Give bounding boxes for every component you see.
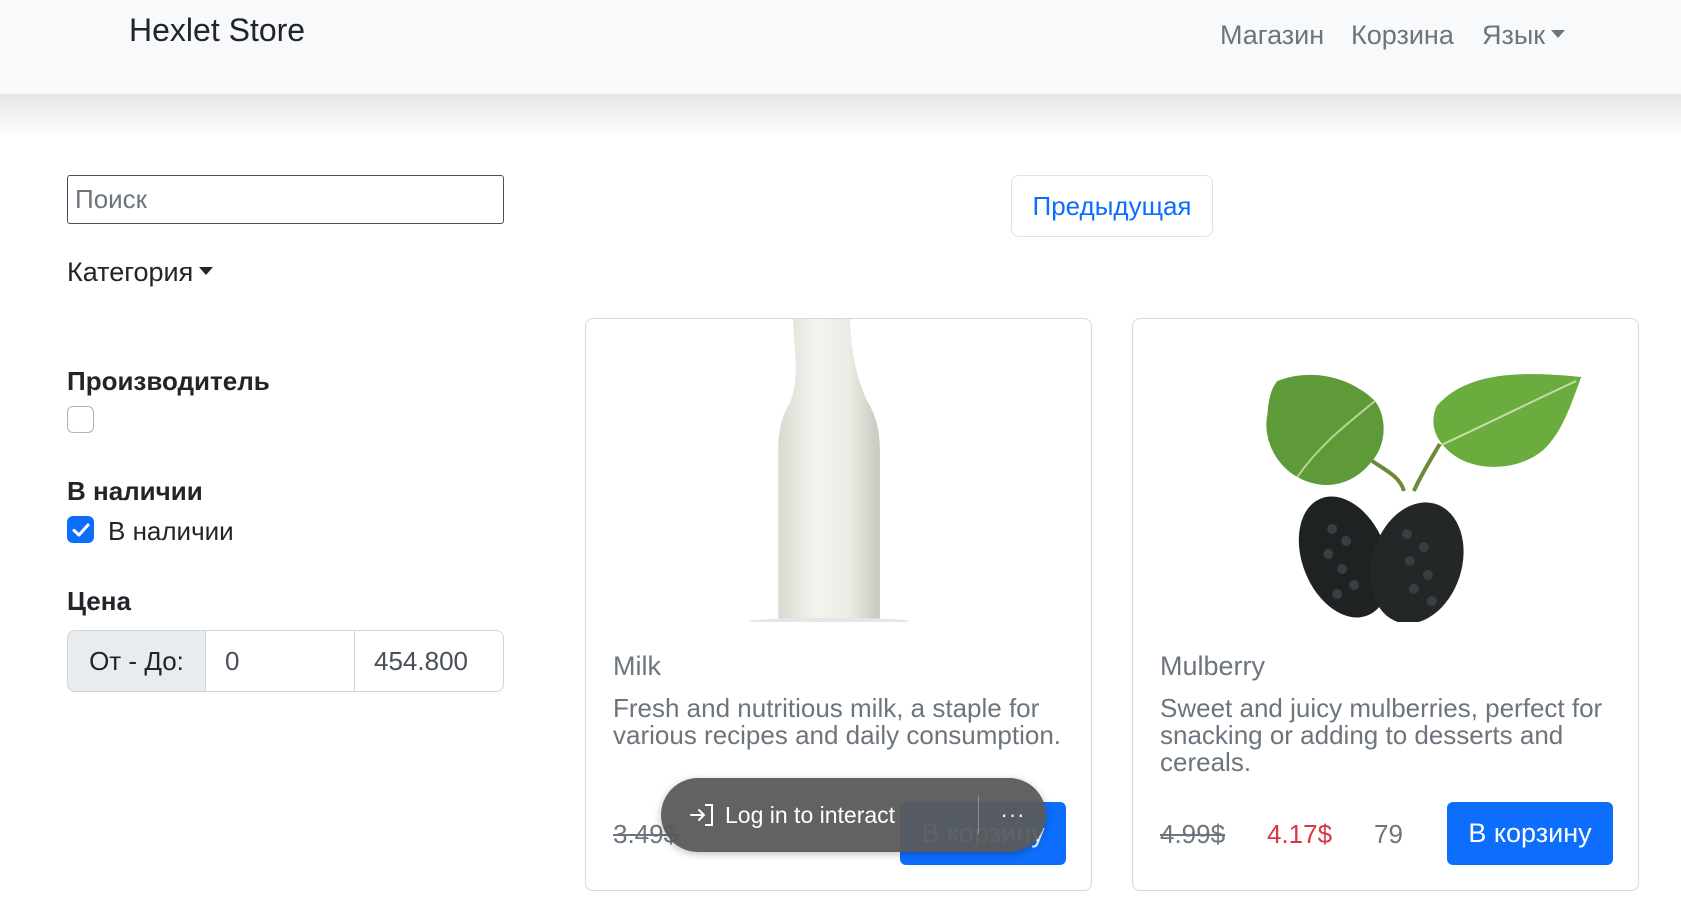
chevron-down-icon <box>1551 29 1566 38</box>
login-overlay-pill[interactable]: Log in to interact ··· <box>661 778 1046 852</box>
nav-link-shop[interactable]: Магазин <box>1220 18 1324 52</box>
price-to-input[interactable] <box>355 631 503 691</box>
brand-logo[interactable]: Hexlet Store <box>129 10 305 50</box>
stock-title: В наличии <box>67 476 203 506</box>
language-dropdown-label: Язык <box>1482 20 1546 50</box>
more-options-icon[interactable]: ··· <box>996 800 1030 830</box>
price-title: Цена <box>67 586 131 616</box>
nav-link-cart[interactable]: Корзина <box>1351 18 1454 52</box>
manufacturer-title: Производитель <box>67 366 270 396</box>
category-dropdown-label: Категория <box>67 257 194 287</box>
product-title[interactable]: Mulberry <box>1160 649 1265 683</box>
category-dropdown[interactable]: Категория <box>67 255 214 289</box>
price-from-input[interactable] <box>206 631 355 691</box>
chevron-down-icon <box>199 266 214 275</box>
milk-bottle-image <box>749 319 909 622</box>
product-title[interactable]: Milk <box>613 649 661 683</box>
sign-in-icon <box>687 800 717 830</box>
overlay-divider <box>978 796 979 834</box>
navbar: Hexlet Store Магазин Корзина Язык <box>0 0 1681 94</box>
price-range-group: От - До: <box>67 630 504 692</box>
add-to-cart-button[interactable]: В корзину <box>1447 802 1613 865</box>
product-card-mulberry: Mulberry Sweet and juicy mulberries, per… <box>1132 318 1639 891</box>
previous-page-button[interactable]: Предыдущая <box>1011 175 1213 237</box>
product-old-price: 4.99$ <box>1160 819 1226 849</box>
product-description: Fresh and nutritious milk, a staple for … <box>613 693 1062 750</box>
navbar-shadow <box>0 94 1681 138</box>
manufacturer-checkbox[interactable] <box>67 406 94 433</box>
in-stock-label[interactable]: В наличии <box>108 515 234 547</box>
login-to-interact-link[interactable]: Log in to interact <box>725 800 895 830</box>
checkmark-icon <box>72 523 89 536</box>
mulberry-image <box>1266 374 1582 622</box>
product-description: Sweet and juicy mulberries, perfect for … <box>1160 693 1603 777</box>
search-input[interactable] <box>67 175 504 224</box>
in-stock-checkbox[interactable] <box>67 516 94 543</box>
product-stock-count: 79 <box>1374 819 1403 849</box>
language-dropdown[interactable]: Язык <box>1482 18 1566 52</box>
price-range-label: От - До: <box>68 631 206 691</box>
product-new-price: 4.17$ <box>1267 819 1333 849</box>
